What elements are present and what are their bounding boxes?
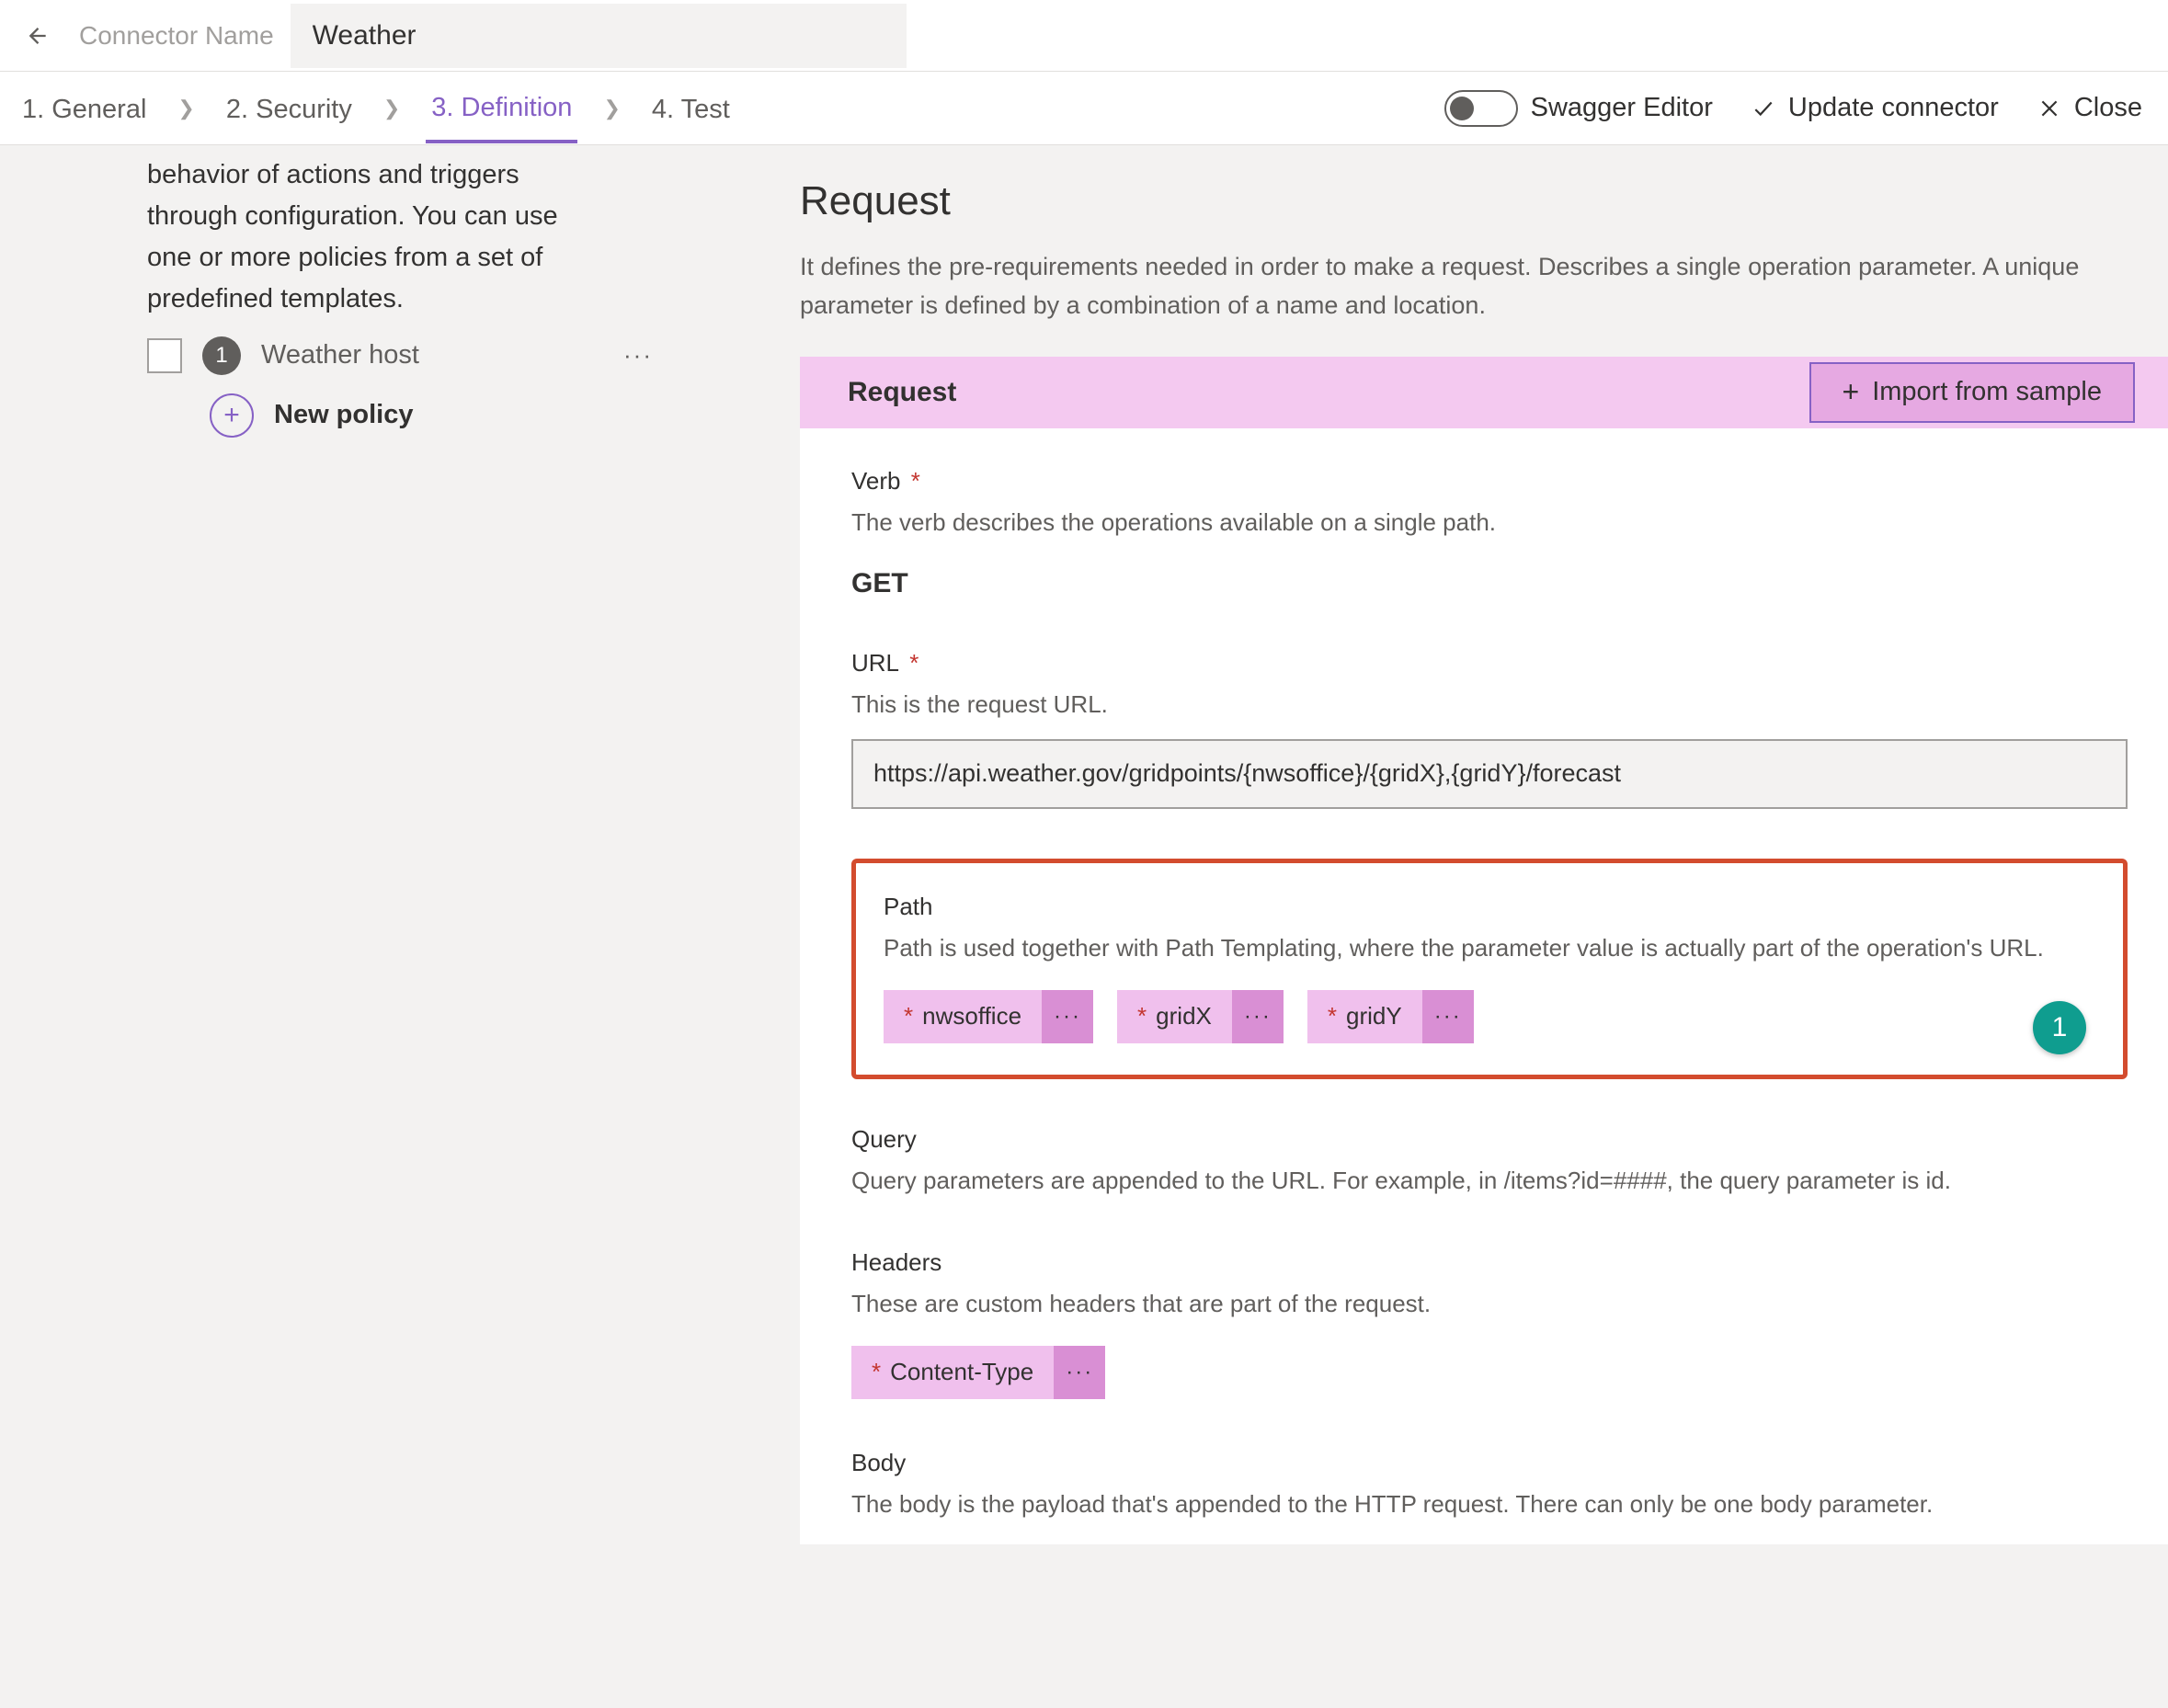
verb-desc: The verb describes the operations availa… [851, 505, 2128, 541]
check-icon [1752, 97, 1775, 120]
request-section-title: Request [800, 178, 2168, 224]
request-card: Request + Import from sample Verb * The … [800, 357, 2168, 1544]
policy-row[interactable]: 1 Weather host ··· [147, 336, 653, 375]
path-param-chip[interactable]: *nwsoffice ··· [884, 990, 1093, 1043]
verb-block: Verb * The verb describes the operations… [851, 467, 2128, 599]
request-section-intro: It defines the pre-requirements needed i… [800, 248, 2168, 325]
import-label: Import from sample [1872, 377, 2102, 407]
close-button[interactable]: Close [2037, 93, 2142, 123]
connector-name-input[interactable] [291, 4, 907, 68]
sidebar: behavior of actions and triggers through… [0, 145, 699, 1708]
url-desc: This is the request URL. [851, 687, 2128, 723]
request-header-bar: Request + Import from sample [800, 357, 2168, 428]
path-param-chip[interactable]: *gridX ··· [1117, 990, 1284, 1043]
body-block: Body The body is the payload that's appe… [851, 1449, 2128, 1522]
path-param-chip[interactable]: *gridY ··· [1307, 990, 1474, 1043]
add-circle-icon[interactable]: + [210, 393, 254, 438]
main-area: behavior of actions and triggers through… [0, 145, 2168, 1708]
url-label: URL * [851, 649, 2128, 678]
more-icon[interactable]: ··· [1422, 990, 1474, 1043]
query-desc: Query parameters are appended to the URL… [851, 1163, 2128, 1199]
connector-name-label: Connector Name [79, 21, 274, 51]
request-header-title: Request [848, 377, 956, 408]
swagger-label: Swagger Editor [1531, 93, 1713, 123]
header-param-chip[interactable]: *Content-Type ··· [851, 1346, 1105, 1399]
close-icon [2037, 97, 2061, 120]
policy-more-icon[interactable]: ··· [623, 341, 653, 370]
swagger-toggle[interactable] [1444, 90, 1518, 127]
policy-checkbox[interactable] [147, 338, 182, 373]
update-connector-button[interactable]: Update connector [1752, 93, 1999, 123]
query-label: Query [851, 1125, 2128, 1154]
step-security[interactable]: 2. Security [221, 95, 358, 142]
headers-block: Headers These are custom headers that ar… [851, 1248, 2128, 1399]
content-area: Request It defines the pre-requirements … [699, 145, 2168, 1708]
path-desc: Path is used together with Path Templati… [884, 930, 2095, 966]
policy-index-badge: 1 [202, 336, 241, 375]
step-test[interactable]: 4. Test [646, 95, 736, 142]
headers-label: Headers [851, 1248, 2128, 1277]
chevron-right-icon: ❯ [603, 97, 620, 120]
import-from-sample-button[interactable]: + Import from sample [1809, 362, 2135, 423]
step-general[interactable]: 1. General [17, 95, 152, 142]
policy-name: Weather host [261, 340, 603, 370]
new-policy-label: New policy [274, 400, 414, 430]
more-icon[interactable]: ··· [1054, 1346, 1105, 1399]
url-block: URL * This is the request URL. https://a… [851, 649, 2128, 809]
swagger-editor-toggle-group[interactable]: Swagger Editor [1444, 90, 1713, 127]
path-block-highlighted: Path Path is used together with Path Tem… [851, 859, 2128, 1079]
plus-icon: + [1843, 375, 1860, 409]
verb-label: Verb * [851, 467, 2128, 495]
chevron-right-icon: ❯ [383, 97, 400, 120]
sidebar-behavior-text: behavior of actions and triggers through… [147, 154, 588, 320]
callout-badge: 1 [2033, 1001, 2086, 1054]
top-header: Connector Name [0, 0, 2168, 72]
step-definition[interactable]: 3. Definition [426, 93, 577, 143]
body-label: Body [851, 1449, 2128, 1477]
more-icon[interactable]: ··· [1232, 990, 1284, 1043]
path-label: Path [884, 893, 2095, 921]
new-policy-button[interactable]: + New policy [210, 393, 653, 438]
query-block: Query Query parameters are appended to t… [851, 1125, 2128, 1199]
back-arrow-icon[interactable] [18, 19, 51, 52]
url-value-box[interactable]: https://api.weather.gov/gridpoints/{nwso… [851, 739, 2128, 809]
verb-value: GET [851, 568, 2128, 599]
body-desc: The body is the payload that's appended … [851, 1486, 2128, 1522]
more-icon[interactable]: ··· [1042, 990, 1093, 1043]
step-nav: 1. General ❯ 2. Security ❯ 3. Definition… [0, 72, 2168, 145]
chevron-right-icon: ❯ [177, 97, 194, 120]
headers-desc: These are custom headers that are part o… [851, 1286, 2128, 1322]
